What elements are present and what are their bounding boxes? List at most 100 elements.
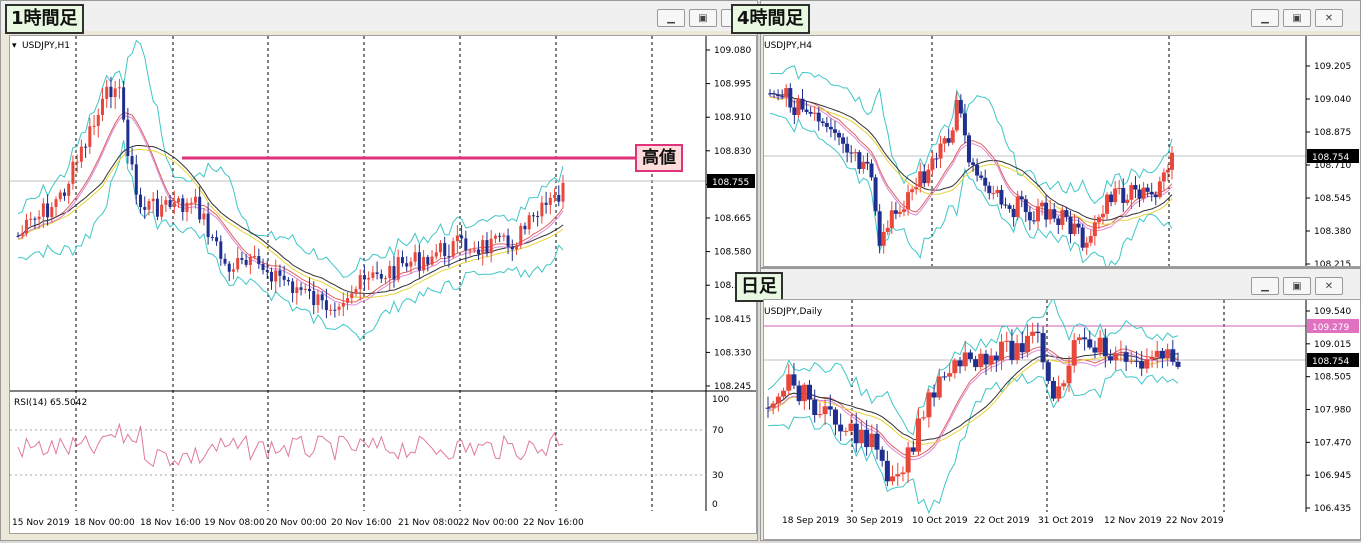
candle-body xyxy=(1056,218,1061,225)
high-price-label: 109.279 xyxy=(1312,323,1349,333)
candle-body xyxy=(50,206,54,218)
candle-body xyxy=(417,252,421,271)
chart-area[interactable]: 109.205 109.040 108.875 108.710 108.545 108.3… xyxy=(763,35,1361,271)
candle-body xyxy=(926,169,931,184)
candle-body xyxy=(941,376,947,378)
candle-body xyxy=(244,259,248,265)
candle-body xyxy=(1052,209,1057,219)
candle-body xyxy=(1061,383,1067,387)
minimize-icon: ▁ xyxy=(1261,280,1269,292)
restore-button[interactable]: ▣ xyxy=(689,9,717,27)
restore-button[interactable]: ▣ xyxy=(1283,277,1311,295)
title-bar[interactable] xyxy=(1,1,757,31)
y-tick-label: 108.415 xyxy=(714,315,751,325)
window-h1[interactable]: 1時間足 ▁ ▣ ✕ 109.080108.995108.910108.8301… xyxy=(0,0,758,541)
candle-body xyxy=(1084,242,1089,248)
candle-body xyxy=(947,373,953,377)
candle-body xyxy=(1092,222,1097,237)
candle-body xyxy=(1129,185,1134,200)
x-tick-label: 15 Nov 2019 xyxy=(12,518,70,528)
window-daily[interactable]: 日足 ▁ ▣ ✕ 109.540 109.015 108.505 107.980 107… xyxy=(735,268,1361,541)
candle-body xyxy=(134,164,138,195)
candle-body xyxy=(804,109,809,112)
menu-arrow-icon[interactable]: ▾ xyxy=(12,41,17,51)
chart-area[interactable]: 109.540 109.015 108.505 107.980 107.470 106.9… xyxy=(763,296,1361,540)
candle-body xyxy=(816,112,821,122)
candle-body xyxy=(865,161,870,164)
candle-body xyxy=(324,300,328,311)
candle-body xyxy=(29,218,33,220)
candle-body xyxy=(772,93,777,95)
minimize-button[interactable]: ▁ xyxy=(1251,9,1279,27)
candle-body xyxy=(198,196,202,220)
candle-body xyxy=(1015,196,1020,218)
candle-body xyxy=(922,171,927,184)
restore-button[interactable]: ▣ xyxy=(1283,9,1311,27)
x-tick-label: 12 Nov 2019 xyxy=(1104,516,1162,526)
candle-body xyxy=(151,198,155,202)
current-price-label: 108.754 xyxy=(1312,357,1349,367)
candle-body xyxy=(320,294,324,301)
moving-average xyxy=(17,149,564,299)
rsi-label: RSI(14) 65.5042 xyxy=(14,398,87,408)
candle-body xyxy=(820,121,825,124)
window-h4[interactable]: 4時間足 ▁ ▣ ✕ 109.205 109.040 108.875 108.710 1… xyxy=(731,0,1361,271)
candle-body xyxy=(838,424,844,432)
x-tick-label: 18 Sep 2019 xyxy=(782,516,839,526)
candle-body xyxy=(1076,337,1082,341)
chart-area[interactable]: 109.080108.995108.910108.830108.750108.6… xyxy=(9,35,757,534)
candle-body xyxy=(561,183,565,202)
candle-body xyxy=(967,352,973,360)
close-icon: ✕ xyxy=(1324,12,1334,24)
candle-body xyxy=(853,423,859,444)
candle-body xyxy=(801,384,807,402)
price-chart-svg[interactable]: 109.205109.040108.875108.710108.545108.3… xyxy=(764,36,1360,271)
candle-body xyxy=(236,257,240,270)
close-button[interactable]: ✕ xyxy=(1315,277,1343,295)
candle-body xyxy=(333,309,337,311)
y-tick-label: 106.435 xyxy=(1314,504,1351,514)
x-tick-label: 21 Nov 08:00 xyxy=(398,518,459,528)
price-chart-svg[interactable]: 109.080108.995108.910108.830108.750108.6… xyxy=(10,36,756,533)
candle-body xyxy=(962,113,967,136)
candle-body xyxy=(384,278,388,280)
price-chart-svg[interactable]: 109.540 109.015 108.505 107.980 107.470 106.9… xyxy=(764,296,1360,539)
candle-body xyxy=(848,423,854,431)
candle-body xyxy=(312,291,316,306)
candle-body xyxy=(796,98,801,115)
candle-body xyxy=(286,279,290,282)
candle-body xyxy=(1100,213,1105,218)
candle-body xyxy=(172,202,176,208)
candle-body xyxy=(993,355,999,361)
x-tick-label: 20 Nov 00:00 xyxy=(266,518,327,528)
candle-body xyxy=(405,263,409,267)
candle-body xyxy=(1003,204,1008,206)
candle-body xyxy=(827,406,833,410)
candle-body xyxy=(1044,202,1049,220)
y-tick-label: 108.665 xyxy=(714,214,751,224)
candle-body xyxy=(413,252,417,262)
y-tick-label: 108.215 xyxy=(1314,260,1351,266)
candle-body xyxy=(786,374,792,391)
candle-body xyxy=(1170,349,1176,362)
minimize-button[interactable]: ▁ xyxy=(1251,277,1279,295)
candle-body xyxy=(371,272,375,278)
candle-body xyxy=(791,374,797,386)
minimize-button[interactable]: ▁ xyxy=(657,9,685,27)
symbol-label: USDJPY,H4 xyxy=(764,41,812,51)
candle-body xyxy=(914,187,919,190)
candle-body xyxy=(1019,196,1024,200)
candle-body xyxy=(946,138,951,143)
candle-body xyxy=(832,409,838,425)
candle-body xyxy=(164,200,168,205)
candle-body xyxy=(185,202,189,213)
candle-body xyxy=(291,281,295,294)
close-button[interactable]: ✕ xyxy=(1315,9,1343,27)
candle-body xyxy=(1080,227,1085,248)
symbol-label: USDJPY,H1 xyxy=(22,41,70,51)
candle-body xyxy=(1050,380,1056,399)
candle-body xyxy=(139,194,143,208)
timeframe-label: 日足 xyxy=(735,272,783,302)
y-tick-label: 109.540 xyxy=(1314,307,1351,317)
candle-body xyxy=(1064,210,1069,217)
